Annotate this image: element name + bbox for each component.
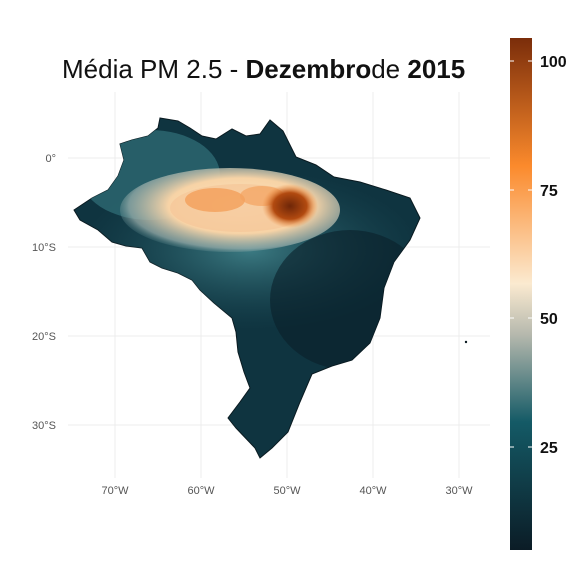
- x-tick: 40°W: [359, 485, 387, 497]
- x-axis-labels: 70°W 60°W 50°W 40°W 30°W: [101, 485, 473, 497]
- x-tick: 60°W: [187, 485, 215, 497]
- legend-tick: 100: [540, 54, 567, 71]
- y-tick: 0°: [45, 153, 56, 165]
- brazil-map: [73, 117, 468, 459]
- pm25-hotspot: [262, 184, 318, 228]
- legend-colorbar: [510, 38, 532, 550]
- y-tick: 10°S: [32, 242, 56, 254]
- y-tick: 20°S: [32, 331, 56, 343]
- x-tick: 30°W: [445, 485, 473, 497]
- y-axis-labels: 0° 10°S 20°S 30°S: [32, 153, 56, 432]
- x-tick: 70°W: [101, 485, 129, 497]
- legend-tick: 75: [540, 183, 558, 200]
- legend-tick: 50: [540, 311, 558, 328]
- x-tick: 50°W: [273, 485, 301, 497]
- y-tick: 30°S: [32, 420, 56, 432]
- map-plot: 0° 10°S 20°S 30°S 70°W 60°W 50°W 40°W 30…: [32, 38, 567, 550]
- legend-tick: 25: [540, 440, 558, 457]
- color-legend: 100 75 50 25: [510, 38, 567, 550]
